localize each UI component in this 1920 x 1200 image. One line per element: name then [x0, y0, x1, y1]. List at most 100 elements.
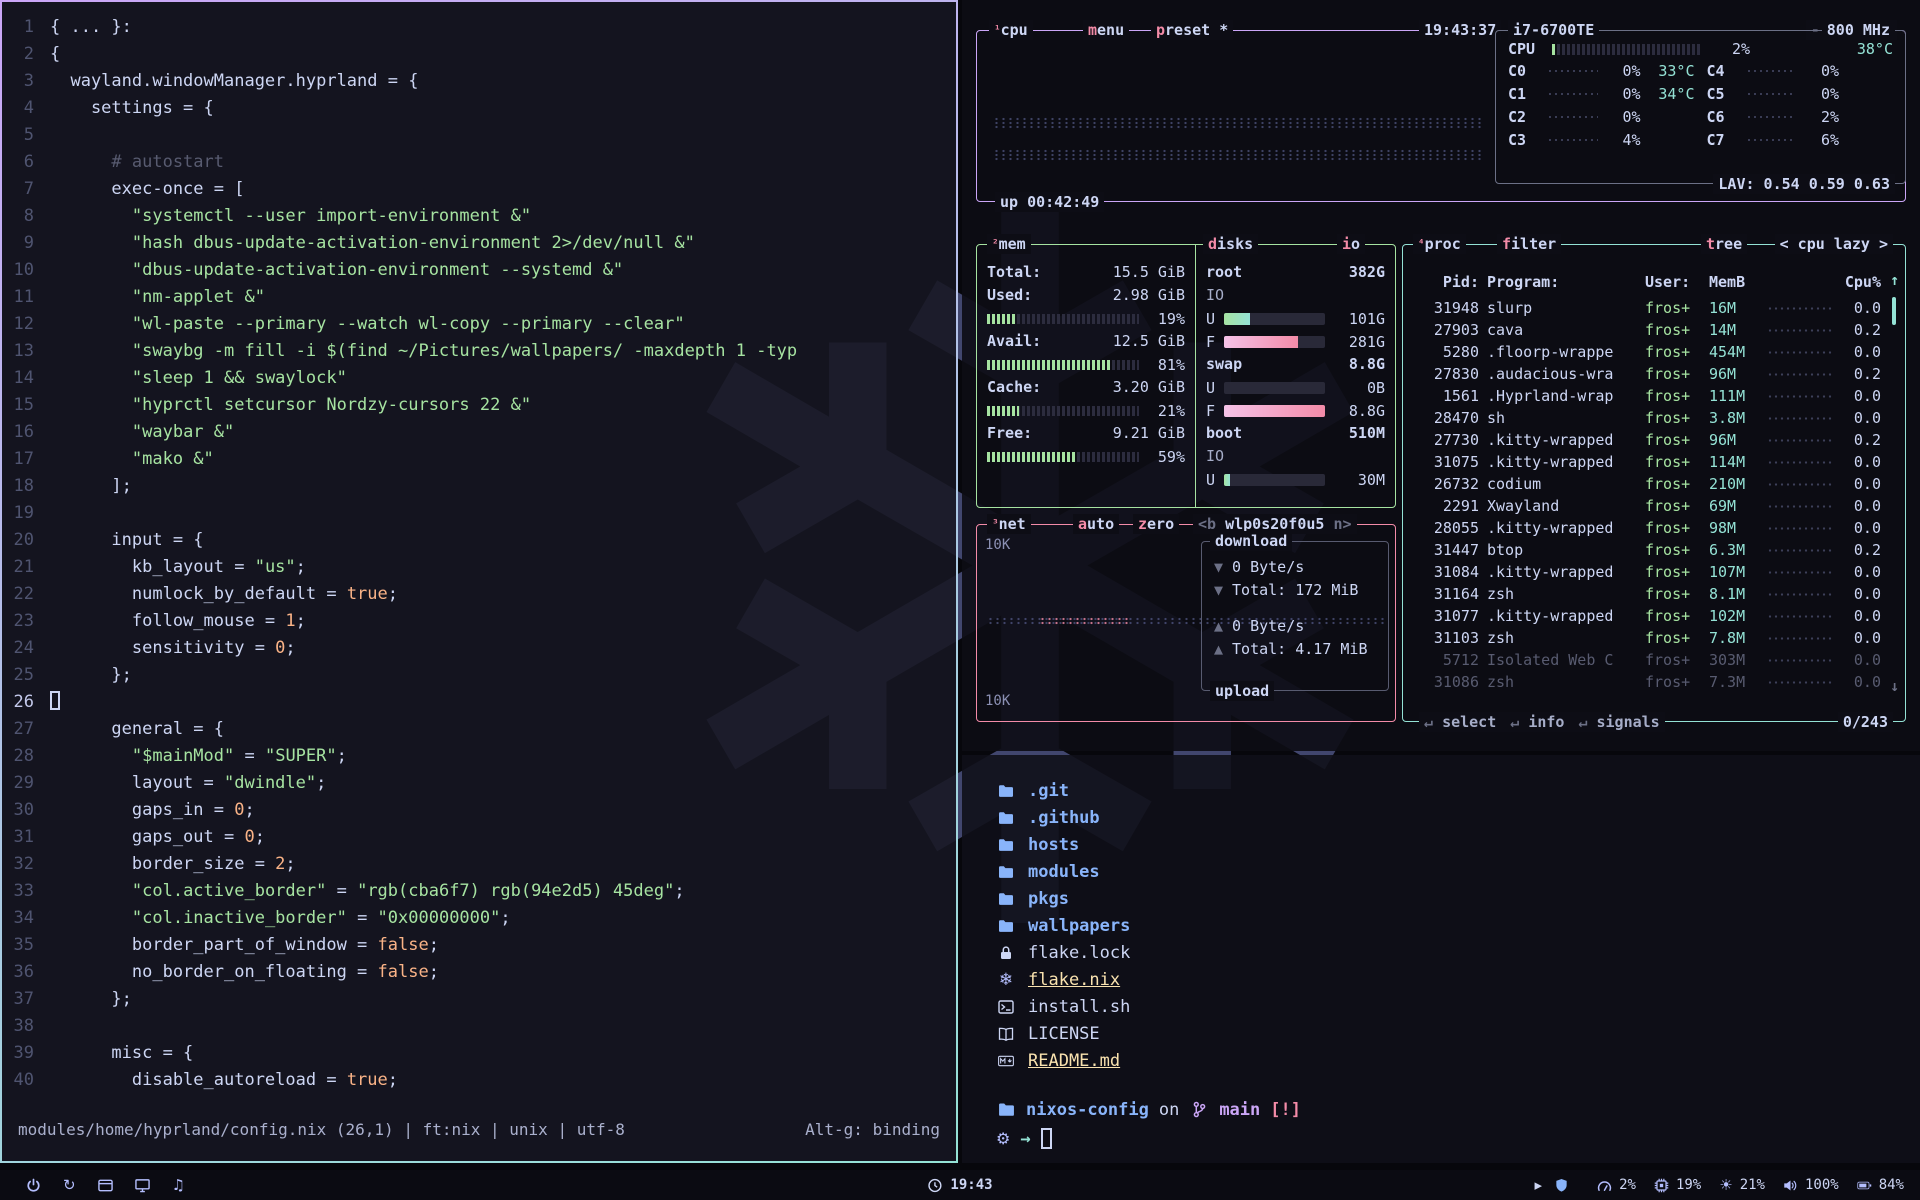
proc-row[interactable]: 28055.kitty-wrappedfros+98M0.0	[1415, 517, 1881, 539]
wb-refresh-icon[interactable]: ↻	[63, 1178, 76, 1193]
editor-line[interactable]: 14 "sleep 1 && swaylock"	[2, 365, 956, 392]
proc-header-mem[interactable]: MemB	[1709, 271, 1759, 293]
menu-button[interactable]: menu	[1083, 20, 1129, 40]
editor-line[interactable]: 34 "col.inactive_border" = "0x00000000";	[2, 905, 956, 932]
editor-line[interactable]: 37 };	[2, 986, 956, 1013]
editor-line[interactable]: 28 "$mainMod" = "SUPER";	[2, 743, 956, 770]
editor-line[interactable]: 1{ ... }:	[2, 14, 956, 41]
proc-header-user[interactable]: User:	[1645, 271, 1701, 293]
editor-line[interactable]: 22 numlock_by_default = true;	[2, 581, 956, 608]
proc-row[interactable]: 1561.Hyprland-wrapfros+111M0.0	[1415, 385, 1881, 407]
wb-battery-module[interactable]: 84%	[1857, 1177, 1904, 1193]
wb-window-icon[interactable]	[98, 1178, 113, 1193]
editor-line[interactable]: 11 "nm-applet &"	[2, 284, 956, 311]
editor-line[interactable]: 16 "waybar &"	[2, 419, 956, 446]
proc-filter-button[interactable]: filter	[1497, 234, 1561, 254]
net-zero-button[interactable]: zero	[1133, 514, 1179, 534]
net-auto-button[interactable]: auto	[1073, 514, 1119, 534]
editor-line[interactable]: 12 "wl-paste --primary --watch wl-copy -…	[2, 311, 956, 338]
editor-line[interactable]: 31 gaps_out = 0;	[2, 824, 956, 851]
proc-row[interactable]: 28470shfros+3.8M0.0	[1415, 407, 1881, 429]
editor-line[interactable]: 20 input = {	[2, 527, 956, 554]
proc-row[interactable]: 27730.kitty-wrappedfros+96M0.2	[1415, 429, 1881, 451]
proc-row[interactable]: 27830.audacious-wrafros+96M0.2	[1415, 363, 1881, 385]
net-next-iface-button[interactable]: n>	[1333, 515, 1351, 533]
net-box-title[interactable]: ³net	[987, 514, 1031, 534]
editor-line[interactable]: 32 border_size = 2;	[2, 851, 956, 878]
tray-shield-icon[interactable]	[1554, 1178, 1569, 1193]
proc-row[interactable]: 2291Xwaylandfros+69M0.0	[1415, 495, 1881, 517]
proc-row[interactable]: 5280.floorp-wrappefros+454M0.0	[1415, 341, 1881, 363]
editor-line[interactable]: 33 "col.active_border" = "rgb(cba6f7) rg…	[2, 878, 956, 905]
editor-line[interactable]: 39 misc = {	[2, 1040, 956, 1067]
proc-sort-selector[interactable]: < cpu lazy >	[1775, 234, 1893, 254]
editor-line[interactable]: 15 "hyprctl setcursor Nordzy-cursors 22 …	[2, 392, 956, 419]
proc-scrollbar-thumb[interactable]	[1892, 297, 1896, 325]
editor-line[interactable]: 5	[2, 122, 956, 149]
editor-line[interactable]: 18 ];	[2, 473, 956, 500]
proc-row[interactable]: 31948slurpfros+16M0.0	[1415, 297, 1881, 319]
editor-line[interactable]: 6 # autostart	[2, 149, 956, 176]
editor-line[interactable]: 23 follow_mouse = 1;	[2, 608, 956, 635]
proc-row[interactable]: 27903cavafros+14M0.2	[1415, 319, 1881, 341]
terminal-window[interactable]: .git.githubhostsmodulespkgswallpapersfla…	[962, 755, 1920, 1163]
editor-line[interactable]: 38	[2, 1013, 956, 1040]
proc-row[interactable]: 31164zshfros+8.1M0.0	[1415, 583, 1881, 605]
editor-line[interactable]: 25 };	[2, 662, 956, 689]
clock-module[interactable]: 19:43	[927, 1177, 992, 1193]
proc-row[interactable]: 31084.kitty-wrappedfros+107M0.0	[1415, 561, 1881, 583]
proc-select-action[interactable]: ↵ select	[1424, 712, 1496, 732]
wb-memory-module[interactable]: 19%	[1654, 1177, 1701, 1193]
proc-tree-button[interactable]: tree	[1701, 234, 1747, 254]
editor-line[interactable]: 40 disable_autoreload = true;	[2, 1067, 956, 1094]
proc-box-title[interactable]: ⁴proc	[1413, 234, 1466, 254]
editor-line[interactable]: 7 exec-once = [	[2, 176, 956, 203]
editor-line[interactable]: 27 general = {	[2, 716, 956, 743]
editor-line[interactable]: 21 kb_layout = "us";	[2, 554, 956, 581]
editor-line[interactable]: 8 "systemctl --user import-environment &…	[2, 203, 956, 230]
wb-gauge-module[interactable]: 2%	[1597, 1177, 1636, 1193]
proc-cell: 454M	[1709, 341, 1759, 363]
disk-name: boot	[1206, 422, 1242, 445]
proc-row[interactable]: 31077.kitty-wrappedfros+102M0.0	[1415, 605, 1881, 627]
proc-scroll-up-arrow[interactable]: ↑	[1890, 271, 1899, 289]
proc-row[interactable]: 5712Isolated Web Cfros+303M0.0	[1415, 649, 1881, 671]
proc-header-cpu[interactable]: Cpu%	[1841, 271, 1881, 293]
proc-row[interactable]: 26732codiumfros+210M0.0	[1415, 473, 1881, 495]
proc-cell: 5280	[1415, 341, 1479, 363]
tray-expand-icon[interactable]: ▸	[1535, 1178, 1543, 1193]
editor-line[interactable]: 9 "hash dbus-update-activation-environme…	[2, 230, 956, 257]
editor-line[interactable]: 10 "dbus-update-activation-environment -…	[2, 257, 956, 284]
editor-line[interactable]: 17 "mako &"	[2, 446, 956, 473]
shell-input-line[interactable]: ⚙ →	[996, 1125, 1920, 1152]
proc-signals-action[interactable]: ↵ signals	[1578, 712, 1659, 732]
proc-info-action[interactable]: ↵ info	[1510, 712, 1564, 732]
wb-display-icon[interactable]	[135, 1178, 150, 1193]
editor-line[interactable]: 26	[2, 689, 956, 716]
wb-volume-module[interactable]: 100%	[1783, 1177, 1839, 1193]
proc-row[interactable]: 31103zshfros+7.8M0.0	[1415, 627, 1881, 649]
editor-line[interactable]: 30 gaps_in = 0;	[2, 797, 956, 824]
editor-line[interactable]: 35 border_part_of_window = false;	[2, 932, 956, 959]
proc-table-header[interactable]: Pid: Program: User: MemB Cpu%	[1415, 271, 1881, 293]
editor-line[interactable]: 36 no_border_on_floating = false;	[2, 959, 956, 986]
wb-power-icon[interactable]	[26, 1178, 41, 1193]
editor-line[interactable]: 4 settings = {	[2, 95, 956, 122]
wb-music-icon[interactable]: ♫	[172, 1178, 185, 1193]
editor-line[interactable]: 19	[2, 500, 956, 527]
proc-row[interactable]: 31075.kitty-wrappedfros+114M0.0	[1415, 451, 1881, 473]
wb-brightness-module[interactable]: ☀21%	[1719, 1177, 1765, 1193]
proc-header-pid[interactable]: Pid:	[1415, 271, 1479, 293]
proc-row[interactable]: 31086zshfros+7.3M0.0	[1415, 671, 1881, 693]
editor-line[interactable]: 29 layout = "dwindle";	[2, 770, 956, 797]
proc-row[interactable]: 31447btopfros+6.3M0.2	[1415, 539, 1881, 561]
editor-line[interactable]: 2{	[2, 41, 956, 68]
cpu-box-title[interactable]: ¹cpu	[989, 20, 1033, 40]
editor-code-area[interactable]: 1{ ... }:2{3 wayland.windowManager.hyprl…	[2, 2, 956, 1094]
editor-line[interactable]: 24 sensitivity = 0;	[2, 635, 956, 662]
proc-scroll-down-arrow[interactable]: ↓	[1890, 677, 1899, 695]
proc-header-program[interactable]: Program:	[1487, 271, 1637, 293]
editor-line[interactable]: 3 wayland.windowManager.hyprland = {	[2, 68, 956, 95]
editor-line[interactable]: 13 "swaybg -m fill -i $(find ~/Pictures/…	[2, 338, 956, 365]
preset-button[interactable]: preset *	[1151, 20, 1233, 40]
